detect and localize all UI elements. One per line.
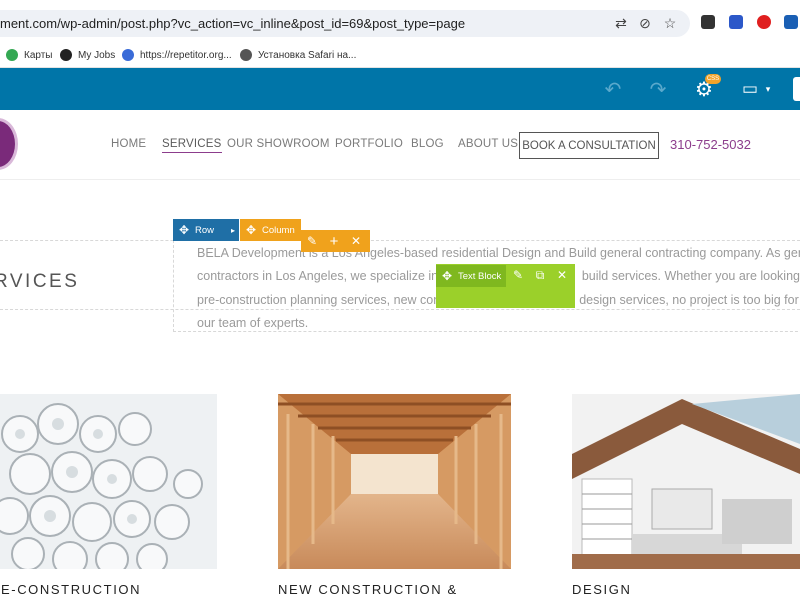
text-block-tools: ✎ ⧉ ✕	[507, 264, 575, 286]
bookmark-label: Карты	[24, 49, 53, 61]
site-icon	[240, 49, 252, 61]
phone-link[interactable]: 310-752-5032	[670, 137, 751, 152]
bookmark-label: Установка Safari на...	[258, 49, 357, 61]
paragraph-line-3-end: design services, no project is too big f…	[579, 292, 799, 307]
book-consultation-button[interactable]: BOOK A CONSULTATION	[519, 132, 659, 159]
paragraph-line-1: BELA Development is a Los Angeles-based …	[197, 246, 800, 260]
opera-icon[interactable]	[757, 15, 771, 29]
site-icon	[122, 49, 134, 61]
card-title-preconstruction[interactable]: RE-CONSTRUCTION	[0, 582, 141, 597]
bookmark-label: https://repetitor.org...	[140, 49, 232, 61]
nav-about[interactable]: ABOUT US	[458, 138, 518, 150]
upwork-icon	[60, 49, 72, 61]
text-block-label: Text Block	[458, 270, 502, 282]
maps-icon	[6, 49, 18, 61]
bookmark-repetitor[interactable]: https://repetitor.org...	[122, 45, 232, 65]
address-text[interactable]: ment.com/wp-admin/post.php?vc_action=vc_…	[0, 16, 465, 31]
move-icon[interactable]: ✥	[240, 219, 262, 241]
chevron-down-icon[interactable]: ▾	[756, 77, 780, 101]
star-icon[interactable]: ☆	[661, 14, 679, 32]
row-expand-arrow[interactable]: ▸	[227, 219, 239, 241]
nav-home[interactable]: HOME	[111, 138, 146, 150]
new-construction-image	[278, 394, 511, 569]
paragraph-line-2-start: contractors in Los Angeles, we specializ…	[197, 269, 448, 284]
row-label: Row	[195, 224, 215, 236]
copy-icon[interactable]: ⧉	[529, 264, 551, 286]
redo-icon[interactable]: ↷	[646, 77, 670, 101]
translate-icon[interactable]: ⇄	[612, 14, 630, 32]
paragraph-line-2-end: build services. Whether you are looking …	[581, 269, 800, 284]
close-icon[interactable]: ✕	[345, 230, 367, 252]
eye-off-icon[interactable]: ⊘	[636, 14, 654, 32]
nav-services[interactable]: SERVICES	[162, 138, 222, 153]
section-title: RVICES	[0, 271, 80, 292]
undo-icon[interactable]: ↶	[601, 77, 625, 101]
close-icon[interactable]: ✕	[551, 264, 573, 286]
nav-portfolio[interactable]: PORTFOLIO	[335, 138, 403, 150]
save-button[interactable]	[793, 77, 800, 101]
bookmark-maps[interactable]: Карты	[6, 45, 53, 65]
text-block-label-bar[interactable]: ✥ Text Block	[436, 265, 506, 287]
extension-icon[interactable]	[784, 15, 798, 29]
nav-showroom[interactable]: OUR SHOWROOM	[227, 138, 330, 150]
preconstruction-image	[0, 394, 217, 577]
column-tools: ✎ + ✕	[301, 230, 370, 252]
pencil-icon[interactable]: ✎	[507, 264, 529, 286]
paragraph-line-4: our team of experts.	[197, 315, 309, 330]
css-badge: CSS	[705, 74, 721, 84]
card-title-new-construction[interactable]: NEW CONSTRUCTION &	[278, 582, 458, 597]
design-image	[572, 394, 800, 569]
plus-icon[interactable]: +	[323, 230, 345, 252]
vc-editor-toolbar: ↶ ↷ ⚙ ▭ ▾	[0, 68, 800, 110]
bookmark-safari[interactable]: Установка Safari на...	[240, 45, 356, 65]
extension-icon[interactable]	[701, 15, 715, 29]
bookmark-label: My Jobs	[78, 49, 116, 61]
pencil-icon[interactable]: ✎	[301, 230, 323, 252]
move-icon[interactable]: ✥	[173, 219, 195, 241]
nav-blog[interactable]: BLOG	[411, 138, 444, 150]
column-label: Column	[262, 224, 295, 236]
browser-url-bar: ment.com/wp-admin/post.php?vc_action=vc_…	[0, 0, 800, 44]
column-controls[interactable]: ✥ Column	[240, 219, 301, 241]
extension-icon[interactable]	[729, 15, 743, 29]
move-icon[interactable]: ✥	[436, 265, 458, 287]
paragraph-line-3-start: pre-construction planning services, new …	[197, 292, 441, 307]
bookmarks-bar: Карты My Jobs https://repetitor.org... У…	[0, 44, 800, 68]
bookmark-myjobs[interactable]: My Jobs	[60, 45, 115, 65]
card-title-design[interactable]: DESIGN	[572, 582, 631, 597]
